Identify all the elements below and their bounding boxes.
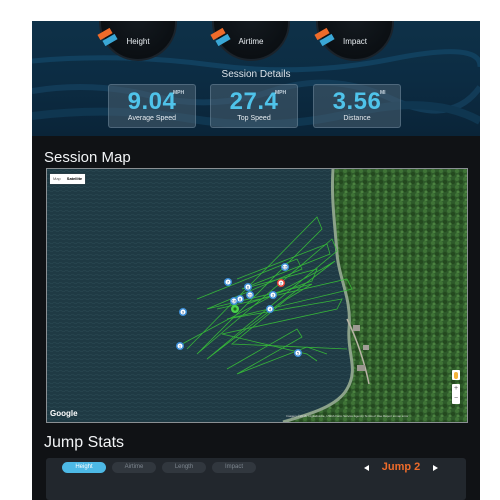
stat-unit: MI [380, 90, 386, 96]
building [353, 325, 360, 331]
distance-card: 3.56 MI Distance [313, 84, 401, 128]
pegman-figure [454, 372, 458, 379]
zoom-in-button[interactable]: + [452, 384, 460, 394]
jump-marker-2[interactable]: 2 [277, 279, 285, 287]
average-speed-card: 9.04 MPH Average Speed [108, 84, 196, 128]
gauge-label: Airtime [238, 37, 264, 46]
jump-marker-6[interactable]: 6 [244, 283, 252, 291]
jump-marker-9[interactable]: 9 [179, 308, 187, 316]
stat-unit: MPH [173, 90, 185, 96]
street-view-pegman-icon[interactable] [452, 370, 460, 380]
jump-marker-12[interactable]: 12 [281, 263, 289, 271]
map-type-map-button[interactable]: Map [50, 174, 64, 184]
jump-stats-panel: Height Airtime Length Impact Jump 2 [46, 458, 466, 500]
tab-impact[interactable]: Impact [212, 462, 256, 473]
stat-caption: Average Speed [127, 115, 177, 122]
stat-caption: Top Speed [237, 115, 271, 122]
zoom-control: + − [452, 384, 460, 404]
session-map[interactable]: 1 2 3 4 5 6 7 8 9 10 11 12 Map Satellite… [46, 168, 468, 423]
next-jump-arrow-icon[interactable] [433, 465, 438, 471]
map-type-control: Map Satellite [50, 174, 86, 184]
google-logo: Google [50, 409, 78, 418]
map-type-satellite-button[interactable]: Satellite [64, 174, 85, 184]
gauge-label: Height [126, 37, 150, 46]
top-speed-card: 27.4 MPH Top Speed [210, 84, 298, 128]
map-attribution[interactable]: Imagery ©2015, DigitalGlobe, USDA Farm S… [286, 414, 408, 418]
start-marker[interactable] [231, 305, 239, 313]
jump-marker-11[interactable]: 11 [246, 291, 254, 299]
jump-marker-7[interactable]: 7 [224, 278, 232, 286]
session-map-title: Session Map [44, 149, 131, 166]
jump-marker-10[interactable]: 10 [230, 297, 238, 305]
stat-value: 3.56 [332, 88, 382, 115]
session-summary-panel: Height Airtime Impact Session Details 9.… [32, 21, 480, 136]
building [357, 365, 365, 371]
current-jump-label: Jump 2 [381, 461, 421, 473]
building [363, 345, 369, 350]
stat-unit: MPH [275, 90, 287, 96]
previous-jump-arrow-icon[interactable] [364, 465, 369, 471]
app-window: Height Airtime Impact Session Details 9.… [32, 21, 480, 500]
session-details-title: Session Details [221, 69, 291, 80]
jump-marker-4[interactable]: 4 [266, 305, 274, 313]
gauge-label: Impact [342, 37, 367, 46]
jump-marker-5[interactable]: 5 [294, 349, 302, 357]
stat-caption: Distance [343, 115, 371, 122]
svg-text:12: 12 [283, 265, 288, 270]
jump-stats-title: Jump Stats [44, 434, 125, 451]
tab-length[interactable]: Length [162, 462, 206, 473]
tab-airtime[interactable]: Airtime [112, 462, 156, 473]
jump-navigator: Jump 2 [361, 461, 441, 475]
zoom-out-button[interactable]: − [452, 394, 460, 404]
jump-marker-3[interactable]: 3 [269, 291, 277, 299]
jump-marker-1[interactable]: 1 [176, 342, 184, 350]
satellite-imagery[interactable]: 1 2 3 4 5 6 7 8 9 10 11 12 [47, 169, 467, 422]
tab-height[interactable]: Height [62, 462, 106, 473]
svg-text:10: 10 [232, 299, 237, 304]
